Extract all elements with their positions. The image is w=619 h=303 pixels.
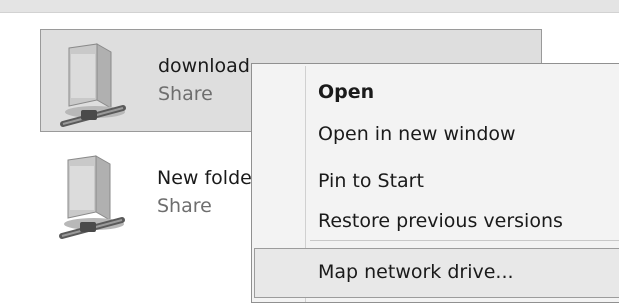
- menu-item-map-network-drive[interactable]: Map network drive...: [318, 261, 514, 283]
- item-subtitle: Share: [157, 195, 212, 217]
- item-subtitle: Share: [158, 83, 213, 105]
- shared-folder-icon: [59, 155, 125, 239]
- item-name: New folder: [157, 167, 260, 189]
- shared-folder-icon: [60, 43, 126, 127]
- menu-item-restore-previous-versions[interactable]: Restore previous versions: [318, 210, 563, 232]
- item-name: download: [158, 55, 250, 77]
- top-divider: [0, 12, 619, 13]
- menu-item-open-in-new-window[interactable]: Open in new window: [318, 123, 516, 145]
- menu-separator: [310, 240, 619, 241]
- menu-item-pin-to-start[interactable]: Pin to Start: [318, 170, 424, 192]
- top-bar: [0, 0, 619, 12]
- menu-item-open[interactable]: Open: [318, 81, 374, 103]
- context-menu: Open Open in new window Pin to Start Res…: [251, 63, 619, 303]
